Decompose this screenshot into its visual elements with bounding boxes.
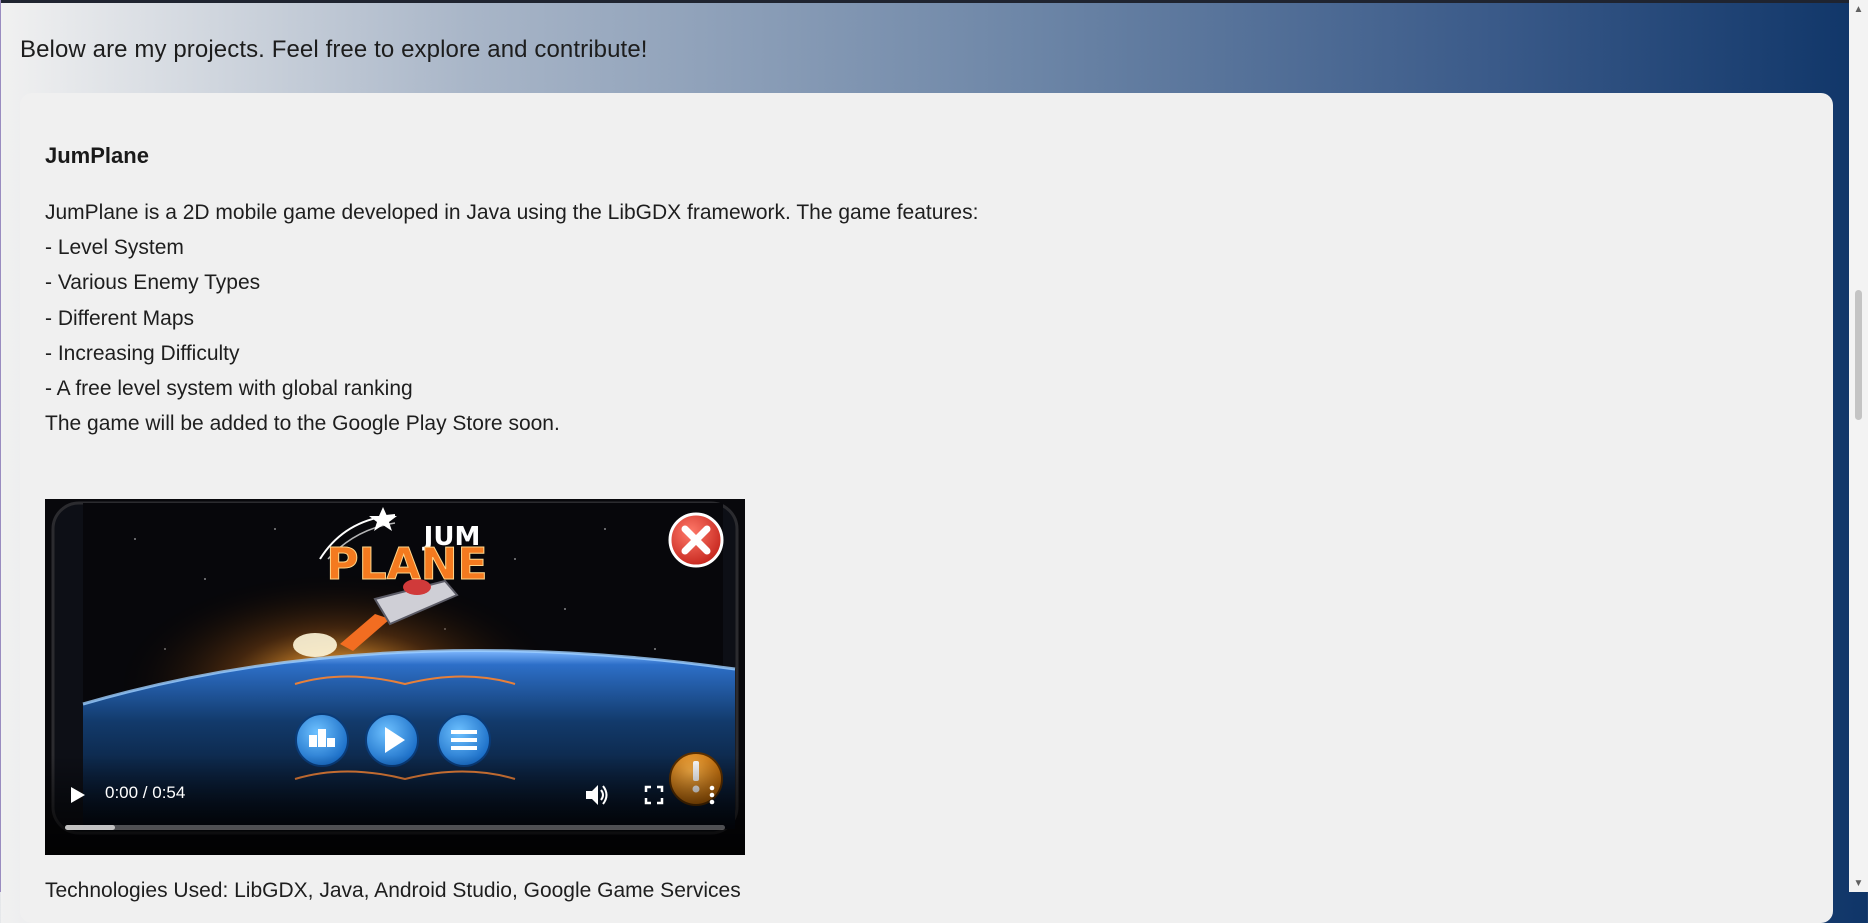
more-vert-icon [709,785,715,805]
projects-intro-text: Below are my projects. Feel free to expl… [20,36,648,63]
scrollbar-thumb[interactable] [1855,290,1862,420]
scroll-up-arrow[interactable]: ▲ [1849,0,1868,18]
project-card: JumPlane JumPlane is a 2D mobile game de… [20,93,1833,923]
fullscreen-button[interactable] [643,784,665,806]
video-time-display: 0:00 / 0:54 [105,783,186,802]
project-description: JumPlane is a 2D mobile game developed i… [45,195,1245,441]
description-line: - Increasing Difficulty [45,341,240,365]
page-scrollbar[interactable]: ▲ ▼ [1849,0,1868,892]
description-line: - Different Maps [45,306,194,330]
video-player[interactable]: JUM PLANE 0:00 / 0:54 [45,499,745,855]
window-left-border [0,0,1,892]
volume-button[interactable] [583,782,611,808]
window-top-border [0,0,1849,3]
video-buffered-indicator [65,825,115,830]
project-title: JumPlane [45,143,149,168]
description-line: - A free level system with global rankin… [45,377,413,401]
description-line: JumPlane is a 2D mobile game developed i… [45,201,979,224]
game-logo-bottom: PLANE [326,539,487,590]
description-line: - Level System [45,236,184,260]
play-button[interactable] [65,782,91,808]
description-line: - Various Enemy Types [45,271,261,295]
project-technologies-text: Technologies Used: LibGDX, Java, Android… [45,879,741,902]
play-icon [71,787,85,803]
video-progress-bar[interactable] [65,825,725,830]
scroll-down-arrow[interactable]: ▼ [1849,874,1868,892]
video-controls-overlay [45,755,745,855]
description-line: The game will be added to the Google Pla… [45,412,560,436]
more-options-button[interactable] [707,782,717,808]
volume-icon [586,785,608,805]
fullscreen-icon [644,785,664,805]
